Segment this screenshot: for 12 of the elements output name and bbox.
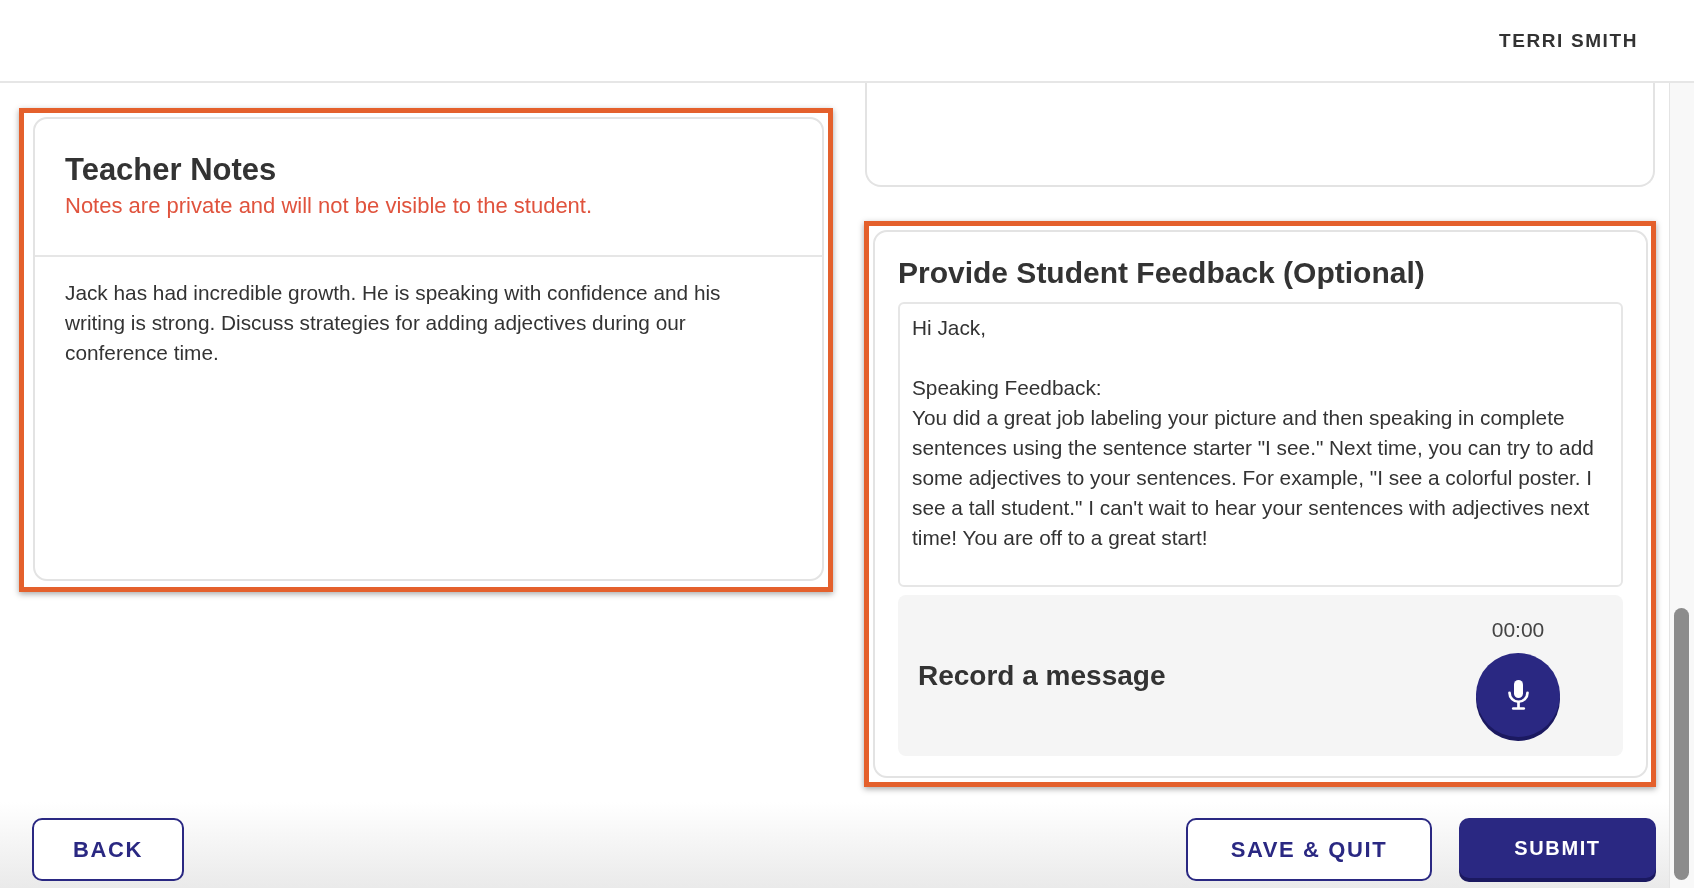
outline-button[interactable]: BACK (32, 818, 184, 881)
feedback-title: Provide Student Feedback (Optional) (898, 255, 1426, 291)
scrollbar-thumb[interactable] (1674, 608, 1689, 880)
privacy-notice: Notes are private and will not be visible to the student. (65, 192, 594, 220)
notes-field[interactable]: Jack has had incredible growth. He is speaking with confidence and his writing is strong. Discuss strategies for adding adjectives during our conference time. (35, 257, 822, 579)
record-label: Record a message (918, 659, 1166, 692)
notes-title: Teacher Notes (65, 152, 278, 188)
microphone-icon (1507, 680, 1529, 710)
outline-button[interactable]: SAVE & QUIT (1186, 818, 1432, 881)
record-timer: 00:00 (1491, 618, 1545, 642)
feedback-field[interactable]: Hi Jack, Speaking Feedback: You did a great job labeling your picture and then speaking in complete sentences using the sentence starter "I see." Next time, you can try to add some adjectives to your sentences. For example, "I see a colorful poster. I see a tall student." I can't wait to hear your sentences with adjectives next time! You are off to a great start! (898, 302, 1623, 587)
user-name: TERRI SMITH (1499, 30, 1638, 52)
